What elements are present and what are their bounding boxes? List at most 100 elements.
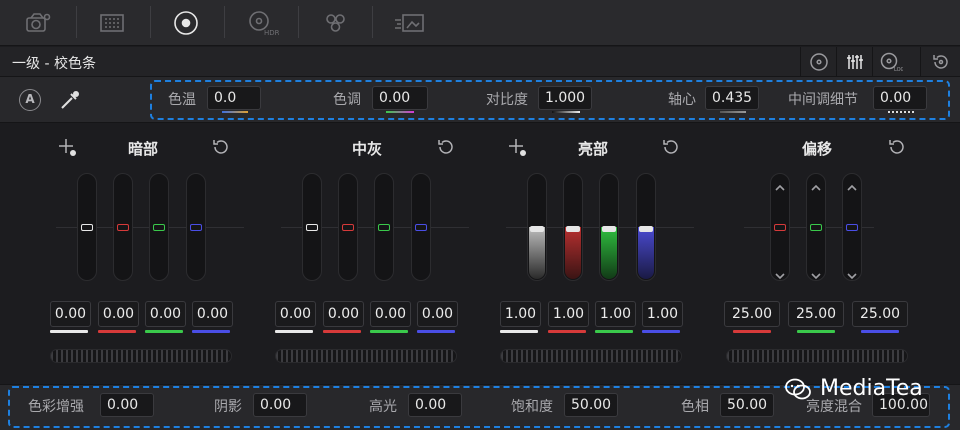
gamma-blue-slider[interactable]: [411, 173, 431, 281]
gain-blue-value[interactable]: 1.00: [642, 301, 683, 327]
offset-reset-icon[interactable]: [887, 137, 907, 161]
color-wheels-icon[interactable]: [150, 4, 222, 42]
midtone-detail-field[interactable]: 0.00: [873, 86, 927, 110]
color-bar-white: [50, 330, 88, 333]
slider-knob[interactable]: [810, 224, 822, 231]
svg-text:HDR: HDR: [264, 29, 279, 37]
slider-knob[interactable]: [378, 224, 390, 231]
watermark: MediaTea: [784, 376, 923, 401]
reset-all-icon[interactable]: [920, 47, 960, 77]
gamma-red-slider[interactable]: [338, 173, 358, 281]
motion-effects-icon[interactable]: [374, 4, 446, 42]
lift-blue-value[interactable]: 0.00: [192, 301, 233, 327]
pivot-gradient-bar: [720, 111, 746, 113]
slider-knob[interactable]: [117, 224, 129, 231]
gamma-red-value[interactable]: 0.00: [323, 301, 364, 327]
lift-red-slider[interactable]: [113, 173, 133, 281]
color-bar-red: [548, 330, 586, 333]
lift-reset-icon[interactable]: [211, 137, 231, 161]
offset-master-wheel[interactable]: [726, 349, 908, 363]
color-bar-green: [797, 330, 835, 333]
slider-knob[interactable]: [846, 224, 858, 231]
slider-knob[interactable]: [415, 224, 427, 231]
saturation-field[interactable]: 50.00: [564, 393, 618, 417]
gamma-green-slider[interactable]: [374, 173, 394, 281]
gain-picker-icon[interactable]: [507, 137, 529, 163]
hue-field[interactable]: 50.00: [720, 393, 774, 417]
lift-red-value[interactable]: 0.00: [98, 301, 139, 327]
offset-red-value[interactable]: 25.00: [724, 301, 780, 327]
gain-red-slider[interactable]: [563, 173, 583, 281]
gamma-master-wheel[interactable]: [275, 349, 457, 363]
pivot-field[interactable]: 0.435: [705, 86, 759, 110]
offset-label: 偏移: [802, 140, 833, 158]
color-boost-field[interactable]: 0.00: [100, 393, 154, 417]
lift-master-slider[interactable]: [77, 173, 97, 281]
gain-green-slider[interactable]: [599, 173, 619, 281]
lift-green-slider[interactable]: [149, 173, 169, 281]
chevron-down-icon: [775, 266, 785, 280]
svg-text:LOG: LOG: [894, 67, 903, 72]
gain-master-slider[interactable]: [527, 173, 547, 281]
offset-red-slider[interactable]: [770, 173, 790, 281]
offset-blue-value[interactable]: 25.00: [852, 301, 908, 327]
log-mode-icon[interactable]: LOG: [872, 47, 908, 77]
gain-green-value[interactable]: 1.00: [595, 301, 636, 327]
gain-reset-icon[interactable]: [661, 137, 681, 161]
color-match-icon[interactable]: [76, 4, 148, 42]
param-label: 中间调细节: [788, 92, 858, 108]
slider-knob[interactable]: [306, 224, 318, 231]
chevron-up-icon: [847, 178, 857, 191]
slider-knob[interactable]: [81, 224, 93, 231]
gamma-master-slider[interactable]: [302, 173, 322, 281]
highlights-field[interactable]: 0.00: [408, 393, 462, 417]
slider-fill: [529, 227, 545, 279]
camera-raw-icon[interactable]: [2, 4, 74, 42]
color-bar-blue: [192, 330, 230, 333]
shadows-field[interactable]: 0.00: [253, 393, 307, 417]
eyedropper-icon[interactable]: [58, 88, 82, 116]
auto-balance-button[interactable]: A: [19, 89, 41, 111]
gamma-master-value[interactable]: 0.00: [275, 301, 316, 327]
slider-knob[interactable]: [153, 224, 165, 231]
slider-knob[interactable]: [342, 224, 354, 231]
color-bar-white: [275, 330, 313, 333]
wheels-mode-icon[interactable]: [800, 47, 836, 77]
param-label: 对比度: [486, 92, 528, 108]
tint-field[interactable]: 0.00: [372, 86, 428, 110]
slider-knob[interactable]: [602, 226, 616, 232]
bars-mode-icon[interactable]: [836, 47, 872, 77]
offset-green-slider[interactable]: [806, 173, 826, 281]
param-label: 色温: [168, 92, 196, 108]
contrast-field[interactable]: 1.000: [538, 86, 592, 110]
lift-master-value[interactable]: 0.00: [50, 301, 91, 327]
gain-master-wheel[interactable]: [500, 349, 682, 363]
gain-blue-slider[interactable]: [636, 173, 656, 281]
gamma-blue-value[interactable]: 0.00: [417, 301, 458, 327]
slider-knob[interactable]: [774, 224, 786, 231]
slider-knob[interactable]: [530, 226, 544, 232]
slider-knob[interactable]: [639, 226, 653, 232]
slider-knob[interactable]: [190, 224, 202, 231]
temp-field[interactable]: 0.0: [207, 86, 261, 110]
rgb-mixer-icon[interactable]: [300, 4, 372, 42]
gain-master-value[interactable]: 1.00: [500, 301, 541, 327]
param-label: 色相: [681, 399, 709, 415]
offset-green-value[interactable]: 25.00: [788, 301, 844, 327]
hdr-wheels-icon[interactable]: HDR: [226, 4, 298, 42]
toolbar-separator: [298, 6, 299, 38]
lift-master-wheel[interactable]: [50, 349, 232, 363]
lift-blue-slider[interactable]: [186, 173, 206, 281]
param-label: 轴心: [668, 92, 696, 108]
contrast-gradient-bar: [552, 111, 580, 113]
slider-knob[interactable]: [566, 226, 580, 232]
lift-picker-icon[interactable]: [57, 137, 79, 163]
lift-green-value[interactable]: 0.00: [145, 301, 186, 327]
gamma-green-value[interactable]: 0.00: [370, 301, 411, 327]
toolbar: HDR: [0, 0, 960, 46]
offset-blue-slider[interactable]: [842, 173, 862, 281]
gain-red-value[interactable]: 1.00: [548, 301, 589, 327]
toolbar-separator: [224, 6, 225, 38]
slider-fill: [565, 227, 581, 279]
gamma-reset-icon[interactable]: [436, 137, 456, 161]
